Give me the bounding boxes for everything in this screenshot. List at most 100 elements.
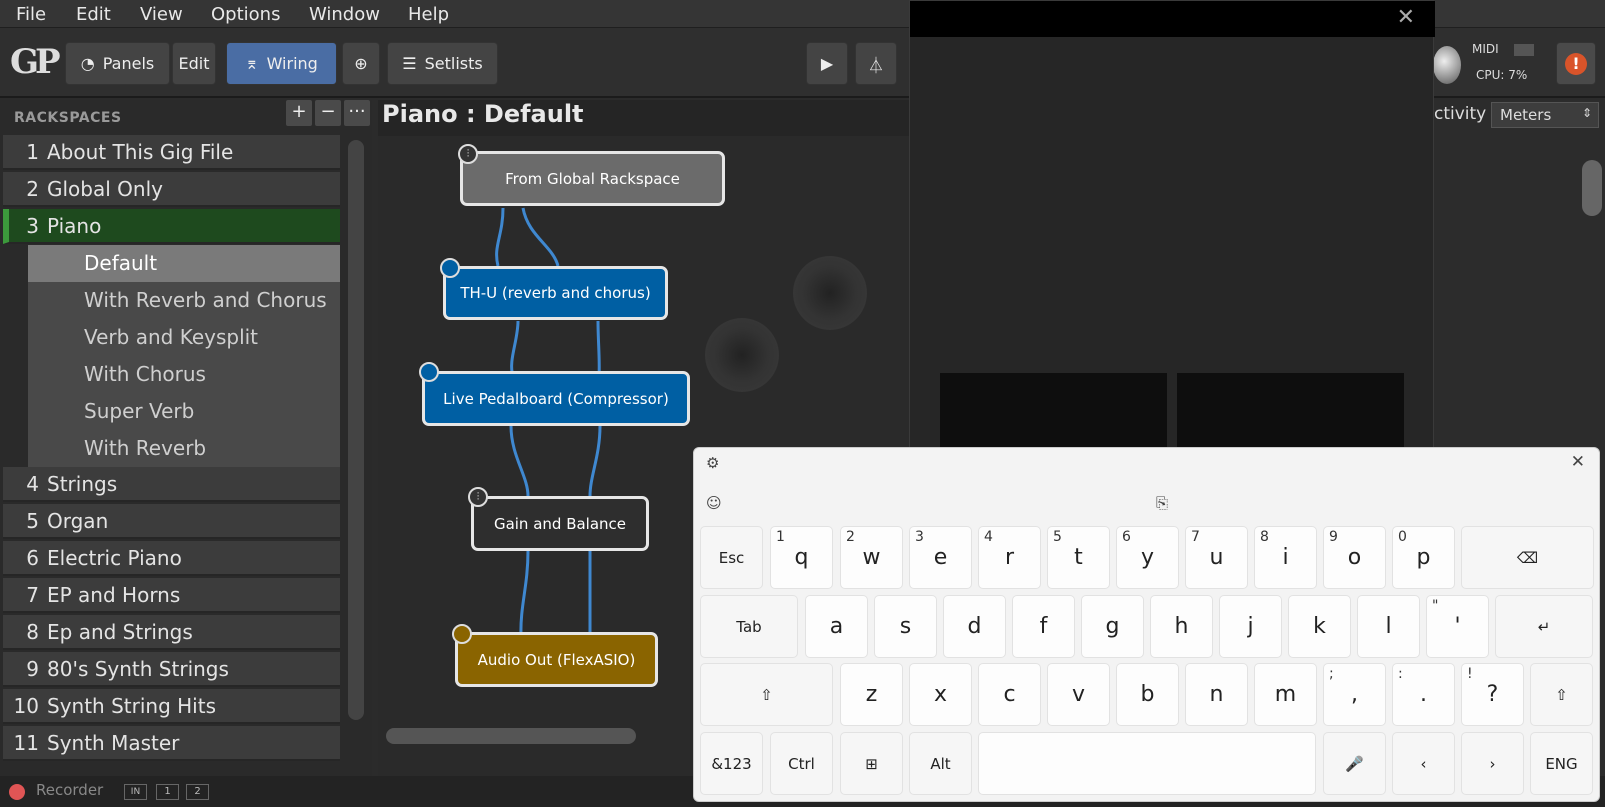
panels-button[interactable]: ◔ Panels: [65, 42, 170, 85]
key-z[interactable]: z: [840, 663, 903, 726]
key-›[interactable]: ›: [1461, 732, 1524, 795]
rackspace-item[interactable]: 4 Strings: [3, 467, 340, 502]
variation-item[interactable]: With Reverb and Chorus: [28, 282, 340, 319]
node-global-rackspace[interactable]: From Global Rackspace: [460, 151, 725, 206]
node-audio-out[interactable]: Audio Out (FlexASIO): [455, 632, 658, 687]
gear-icon[interactable]: ⚙: [706, 454, 719, 472]
key-m[interactable]: m: [1254, 663, 1317, 726]
key-⇧[interactable]: ⇧: [700, 663, 833, 726]
add-rackspace-button[interactable]: +: [286, 100, 312, 126]
rackspace-item[interactable]: 7 EP and Horns: [3, 578, 340, 613]
key-&123[interactable]: &123: [700, 732, 763, 795]
key-r[interactable]: 4r: [978, 526, 1041, 589]
menu-help[interactable]: Help: [408, 4, 449, 25]
key-'[interactable]: " ': [1426, 595, 1489, 658]
key-,[interactable]: ;,: [1323, 663, 1386, 726]
key-y[interactable]: 6y: [1116, 526, 1179, 589]
clipboard-icon[interactable]: ⎘: [1156, 494, 1168, 512]
key-v[interactable]: v: [1047, 663, 1110, 726]
key-n[interactable]: n: [1185, 663, 1248, 726]
play-button[interactable]: ▶: [806, 42, 848, 85]
key-u[interactable]: 7u: [1185, 526, 1248, 589]
key-q[interactable]: 1q: [770, 526, 833, 589]
meters-select[interactable]: Meters ⇕: [1491, 102, 1599, 128]
more-rackspace-button[interactable]: ···: [344, 100, 370, 126]
key-k[interactable]: k: [1288, 595, 1351, 658]
key-space[interactable]: [978, 732, 1316, 795]
rackspace-item[interactable]: 8 Ep and Strings: [3, 615, 340, 650]
key-g[interactable]: g: [1081, 595, 1144, 658]
widget-knob[interactable]: [705, 318, 779, 392]
rackspace-item-selected[interactable]: 3 Piano: [3, 209, 340, 244]
key-ENG[interactable]: ENG: [1530, 732, 1593, 795]
key-w[interactable]: 2w: [840, 526, 903, 589]
key-Ctrl[interactable]: Ctrl: [770, 732, 833, 795]
key-Tab[interactable]: Tab: [700, 595, 798, 658]
key-s[interactable]: s: [874, 595, 937, 658]
key-i[interactable]: 8i: [1254, 526, 1317, 589]
record-icon[interactable]: [9, 784, 25, 800]
globe-button[interactable]: ⊕: [342, 42, 380, 85]
key-↵[interactable]: ↵: [1495, 595, 1593, 658]
variation-item[interactable]: Super Verb: [28, 393, 340, 430]
canvas-hscrollbar[interactable]: [386, 728, 636, 744]
widget-knob[interactable]: [793, 256, 867, 330]
rackspaces-scrollbar[interactable]: [348, 140, 364, 720]
variation-item[interactable]: With Reverb: [28, 430, 340, 467]
key-j[interactable]: j: [1219, 595, 1282, 658]
plugin-window-titlebar[interactable]: [910, 1, 1435, 37]
key-Alt[interactable]: Alt: [909, 732, 972, 795]
key-e[interactable]: 3e: [909, 526, 972, 589]
key-b[interactable]: b: [1116, 663, 1179, 726]
close-icon[interactable]: ✕: [1571, 452, 1585, 472]
key-f[interactable]: f: [1012, 595, 1075, 658]
track-2-toggle[interactable]: 2: [186, 784, 209, 800]
key-🎤[interactable]: 🎤: [1323, 732, 1386, 795]
key-d[interactable]: d: [943, 595, 1006, 658]
menu-edit[interactable]: Edit: [76, 4, 111, 25]
rackspace-item[interactable]: 9 80's Synth Strings: [3, 652, 340, 687]
variation-item[interactable]: With Chorus: [28, 356, 340, 393]
key-t[interactable]: 5t: [1047, 526, 1110, 589]
node-live-pedalboard[interactable]: Live Pedalboard (Compressor): [422, 371, 690, 426]
menu-view[interactable]: View: [140, 4, 183, 25]
rackspace-item[interactable]: 10 Synth String Hits: [3, 689, 340, 724]
rackspace-item[interactable]: 6 Electric Piano: [3, 541, 340, 576]
setlists-button[interactable]: ☰ Setlists: [387, 42, 498, 85]
variation-item-selected[interactable]: Default: [28, 245, 340, 282]
key-c[interactable]: c: [978, 663, 1041, 726]
menu-window[interactable]: Window: [309, 4, 380, 25]
key-h[interactable]: h: [1150, 595, 1213, 658]
key-⊞[interactable]: ⊞: [840, 732, 903, 795]
alert-button[interactable]: !: [1556, 42, 1596, 85]
track-1-toggle[interactable]: 1: [156, 784, 179, 800]
volume-knob[interactable]: [1433, 46, 1461, 84]
key-a[interactable]: a: [805, 595, 868, 658]
rackspace-item[interactable]: 5 Organ: [3, 504, 340, 539]
input-toggle[interactable]: IN: [124, 784, 147, 800]
metronome-button[interactable]: ⏃: [855, 42, 897, 85]
variation-item[interactable]: Verb and Keysplit: [28, 319, 340, 356]
key-o[interactable]: 9o: [1323, 526, 1386, 589]
node-gain-balance[interactable]: Gain and Balance: [471, 496, 649, 551]
edit-button[interactable]: Edit: [172, 42, 216, 85]
panel-scrollbar[interactable]: [1582, 160, 1602, 216]
key-.[interactable]: :.: [1392, 663, 1455, 726]
menu-options[interactable]: Options: [211, 4, 280, 25]
wiring-button[interactable]: ⌆ Wiring: [226, 42, 337, 85]
remove-rackspace-button[interactable]: −: [315, 100, 341, 126]
key-x[interactable]: x: [909, 663, 972, 726]
key-⇧[interactable]: ⇧: [1530, 663, 1593, 726]
rackspace-item[interactable]: 2 Global Only: [3, 172, 340, 207]
key-?[interactable]: !?: [1461, 663, 1524, 726]
key-⌫[interactable]: ⌫: [1461, 526, 1594, 589]
close-icon[interactable]: ✕: [1397, 5, 1415, 30]
key-‹[interactable]: ‹: [1392, 732, 1455, 795]
emoji-icon[interactable]: ☺: [706, 494, 722, 512]
key-Esc[interactable]: Esc: [700, 526, 763, 589]
rackspace-item[interactable]: 1 About This Gig File: [3, 135, 340, 170]
rackspace-item[interactable]: 11 Synth Master: [3, 726, 340, 761]
key-l[interactable]: l: [1357, 595, 1420, 658]
key-p[interactable]: 0p: [1392, 526, 1455, 589]
node-thu-plugin[interactable]: TH-U (reverb and chorus): [443, 266, 668, 320]
